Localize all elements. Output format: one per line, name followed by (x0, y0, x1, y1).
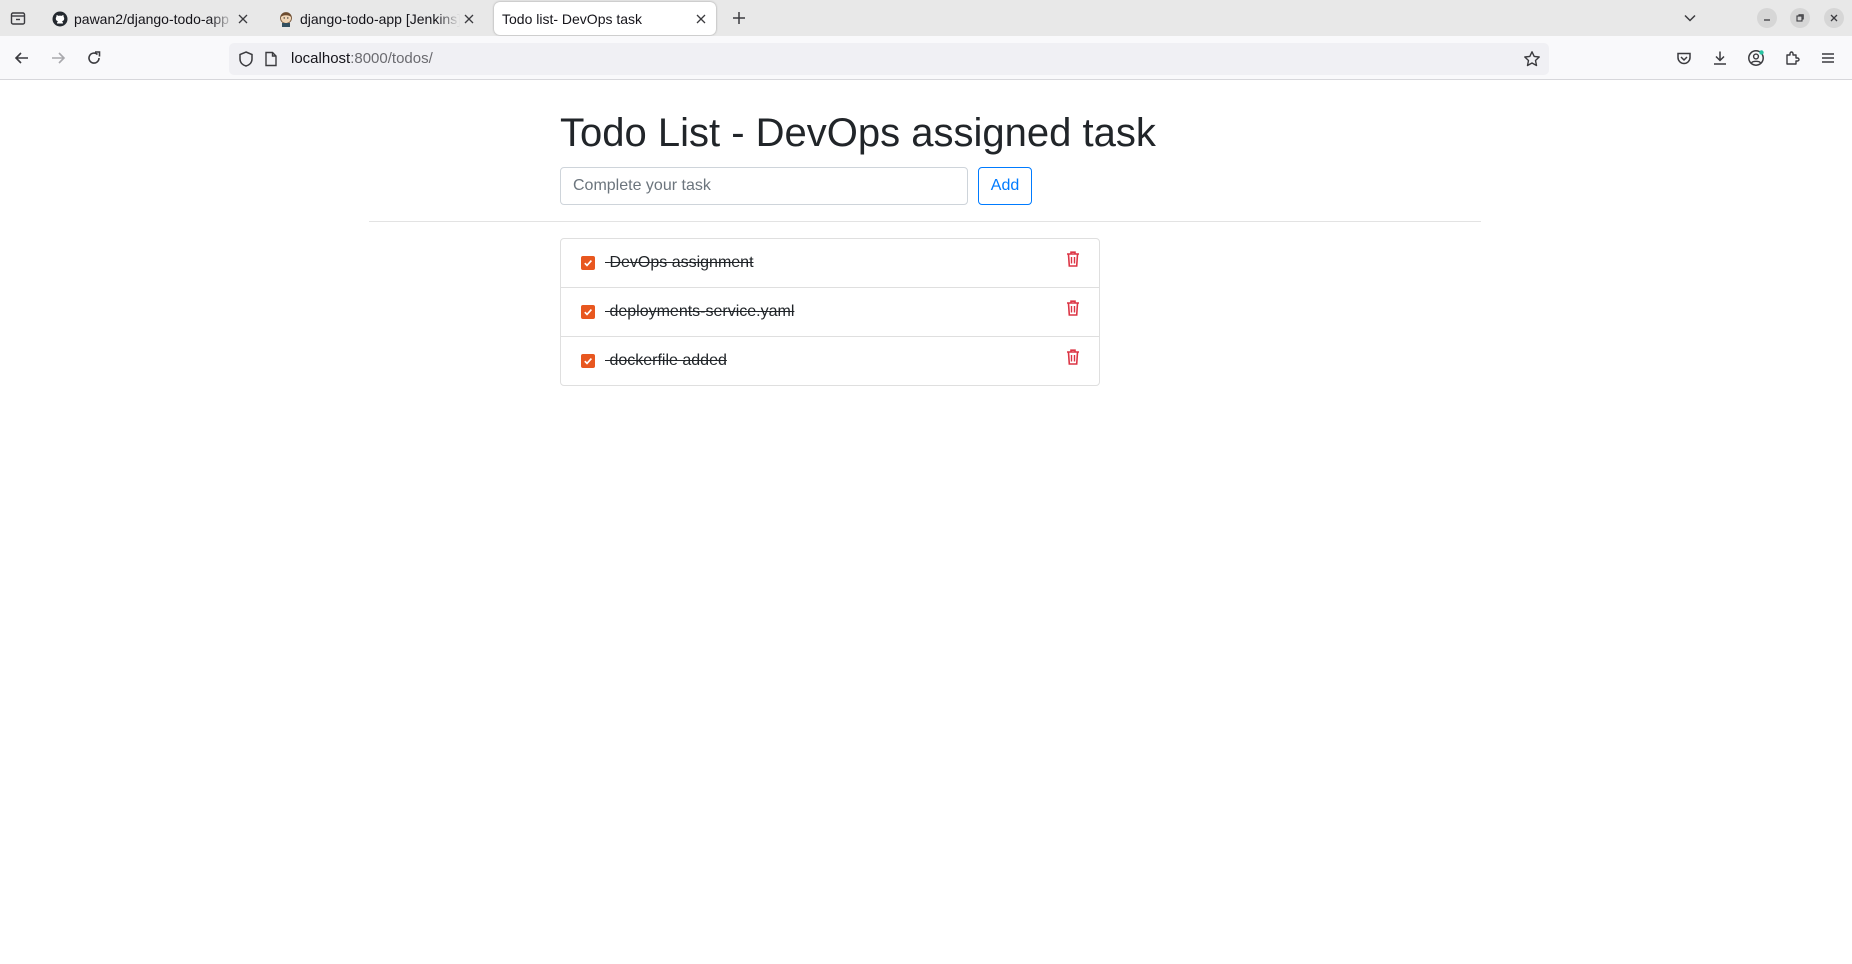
todo-text: deployments-service.yaml (609, 303, 795, 320)
arrow-right-icon (52, 52, 66, 64)
close-icon[interactable] (234, 10, 252, 28)
address-bar[interactable]: localhost:8000/todos/ (229, 43, 1549, 75)
reload-button[interactable] (82, 46, 106, 70)
close-icon[interactable] (692, 10, 710, 28)
divider (369, 221, 1481, 222)
todo-item: dockerfile added (561, 337, 1099, 385)
checkmark-icon (584, 309, 593, 316)
forward-button[interactable] (46, 46, 70, 70)
trash-icon[interactable] (1065, 348, 1081, 366)
page-title: Todo List - DevOps assigned task (560, 111, 1156, 155)
shield-icon[interactable] (237, 50, 255, 68)
download-icon (1714, 51, 1726, 65)
todo-item: deployments-service.yaml (561, 288, 1099, 337)
todo-text: dockerfile added (609, 352, 727, 369)
navigation-bar: localhost:8000/todos/ (0, 36, 1852, 80)
chevron-down-icon (1684, 14, 1696, 22)
url-text[interactable]: localhost:8000/todos/ (291, 50, 433, 67)
back-button[interactable] (10, 46, 34, 70)
tab-github[interactable]: pawan2/django-todo-app (42, 2, 258, 36)
tab-title: pawan2/django-todo-app (74, 11, 229, 27)
tab-title: Todo list- DevOps task (502, 10, 643, 27)
close-icon (1830, 14, 1838, 22)
page-icon[interactable] (263, 51, 279, 67)
bookmark-star-icon[interactable] (1523, 50, 1541, 68)
tab-todo-list[interactable]: Todo list- DevOps task (494, 2, 716, 35)
app-menu-button[interactable] (1816, 46, 1840, 70)
new-tab-button[interactable] (727, 6, 751, 30)
tab-list-button[interactable] (6, 6, 30, 30)
trash-icon[interactable] (1065, 250, 1081, 268)
pocket-icon (1677, 52, 1691, 65)
todo-checkbox[interactable] (581, 256, 595, 270)
todo-text: DevOps assignment (609, 254, 754, 271)
task-input[interactable] (560, 167, 968, 205)
restore-icon (1796, 14, 1804, 22)
reload-icon (88, 51, 101, 64)
close-icon[interactable] (460, 10, 478, 28)
url-host: localhost (291, 50, 351, 67)
trash-icon[interactable] (1065, 299, 1081, 317)
minimize-button[interactable] (1757, 8, 1777, 28)
checkmark-icon (584, 358, 593, 365)
checkmark-icon (584, 260, 593, 267)
hamburger-menu-icon (1822, 53, 1834, 63)
tab-bar: pawan2/django-todo-app django-todo-app [… (0, 0, 1852, 36)
todo-list: DevOps assignment deployments-service.ya… (560, 238, 1100, 386)
minimize-icon (1764, 19, 1770, 21)
todo-checkbox[interactable] (581, 305, 595, 319)
puzzle-icon (1786, 51, 1800, 65)
todo-item: DevOps assignment (561, 239, 1099, 288)
account-icon (1748, 50, 1764, 66)
arrow-left-icon (14, 52, 28, 64)
restore-button[interactable] (1790, 8, 1810, 28)
page-content: Todo List - DevOps assigned task Add Dev… (0, 81, 1852, 964)
plus-icon (733, 12, 745, 24)
pocket-button[interactable] (1672, 46, 1696, 70)
jenkins-icon (280, 12, 292, 27)
extensions-button[interactable] (1780, 46, 1804, 70)
url-path: :8000/todos/ (350, 50, 433, 67)
tabs-overview-icon (10, 12, 26, 25)
close-window-button[interactable] (1824, 8, 1844, 28)
todo-checkbox[interactable] (581, 354, 595, 368)
downloads-button[interactable] (1708, 46, 1732, 70)
tab-jenkins[interactable]: django-todo-app [Jenkins] (268, 2, 484, 36)
add-button[interactable]: Add (978, 167, 1032, 205)
tab-title: django-todo-app [Jenkins] (300, 11, 460, 27)
github-icon (52, 11, 68, 27)
list-all-tabs-button[interactable] (1678, 6, 1702, 30)
account-button[interactable] (1744, 46, 1768, 70)
